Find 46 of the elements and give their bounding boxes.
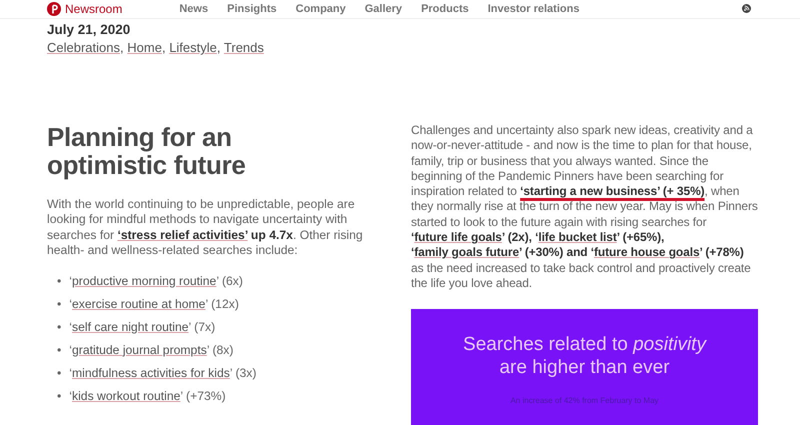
separator-text: ,: [216, 40, 221, 55]
link[interactable]: productive morning routine: [72, 274, 216, 288]
link[interactable]: kids workout routine: [72, 388, 180, 402]
link[interactable]: ‘stress relief activities’: [117, 228, 248, 242]
nav-link[interactable]: Products: [421, 0, 469, 18]
nav-link[interactable]: Company: [296, 0, 346, 18]
list-item-text: ‘productive morning routine’ (6x): [69, 272, 243, 290]
logo-icon[interactable]: [47, 2, 61, 16]
body-paragraph: Challenges and uncertainty also spark new ideas, creativity and a now-or-never-attitude - and now is the time to plan for that house, family, trip or business that you always wanted. Since the beginning of the Pandemic Pinners have been searching for inspiration related to ‘starting a new business’ (+ 35%), when they normally rise at the turn of the new year. May is when Pinners started to look to the future again with rising searches for ‘future life goals’ (2x), ‘life bucket list’ (+65%), ‘family goals future’ (+30%) and ‘future house goals’ (+78%) as the need increased to take back control and proactively create the life you love ahead.: [411, 123, 758, 292]
link[interactable]: life bucket list: [538, 230, 617, 244]
nav-link[interactable]: Investor relations: [488, 0, 580, 18]
separator-text: ,: [162, 40, 166, 55]
bullet-text: •: [57, 296, 62, 312]
link[interactable]: ‘starting a new business’ (+ 35%): [520, 184, 705, 198]
bullet-text: •: [57, 342, 62, 358]
article-date: July 21, 2020: [47, 22, 132, 38]
link[interactable]: future house goals: [594, 245, 700, 260]
brand-link[interactable]: Newsroom: [65, 0, 122, 18]
tag-link[interactable]: Trends: [224, 40, 264, 55]
link[interactable]: mindfulness activities for kids: [72, 366, 230, 380]
separator-text: ,: [120, 40, 124, 55]
list-item-text: ‘self care night routine’ (7x): [69, 318, 216, 336]
nav-link[interactable]: News: [179, 0, 208, 18]
graphic-subtitle: An increase of 42% from February to May: [509, 395, 660, 408]
rss-icon[interactable]: [742, 4, 751, 14]
bullet-text: •: [57, 364, 62, 382]
link[interactable]: family goals future: [414, 245, 520, 260]
list-item-text: ‘exercise routine at home’ (12x): [69, 296, 239, 312]
link[interactable]: gratitude journal prompts: [72, 342, 207, 356]
tag-link[interactable]: Celebrations: [47, 40, 120, 55]
link[interactable]: future life goals: [414, 230, 502, 244]
list-item-text: ‘mindfulness activities for kids’ (3x): [69, 364, 256, 382]
link[interactable]: self care night routine: [72, 320, 189, 334]
link[interactable]: exercise routine at home: [72, 296, 206, 310]
list-item-text: ‘gratitude journal prompts’ (8x): [69, 342, 234, 358]
article-heading: Planning for an optimistic future: [47, 122, 247, 178]
intro-paragraph: With the world continuing to be unpredictable, people are looking for mindful methods to navigate uncertainty with searches for ‘stress relief activities’ up 4.7x. Other rising health- and wellness-related searches include:: [47, 196, 364, 258]
bullet-text: •: [57, 388, 62, 404]
tag-link[interactable]: Lifestyle: [169, 40, 217, 55]
graphic-headline: Searches related to positivity are higher than ever: [462, 333, 708, 380]
bullet-text: •: [57, 272, 62, 290]
nav-link[interactable]: Pinsights: [227, 0, 277, 18]
bullet-text: •: [57, 318, 62, 336]
list-item-text: ‘kids workout routine’ (+73%): [69, 388, 226, 404]
nav-link[interactable]: Gallery: [364, 0, 402, 18]
tag-link[interactable]: Home: [127, 40, 162, 55]
